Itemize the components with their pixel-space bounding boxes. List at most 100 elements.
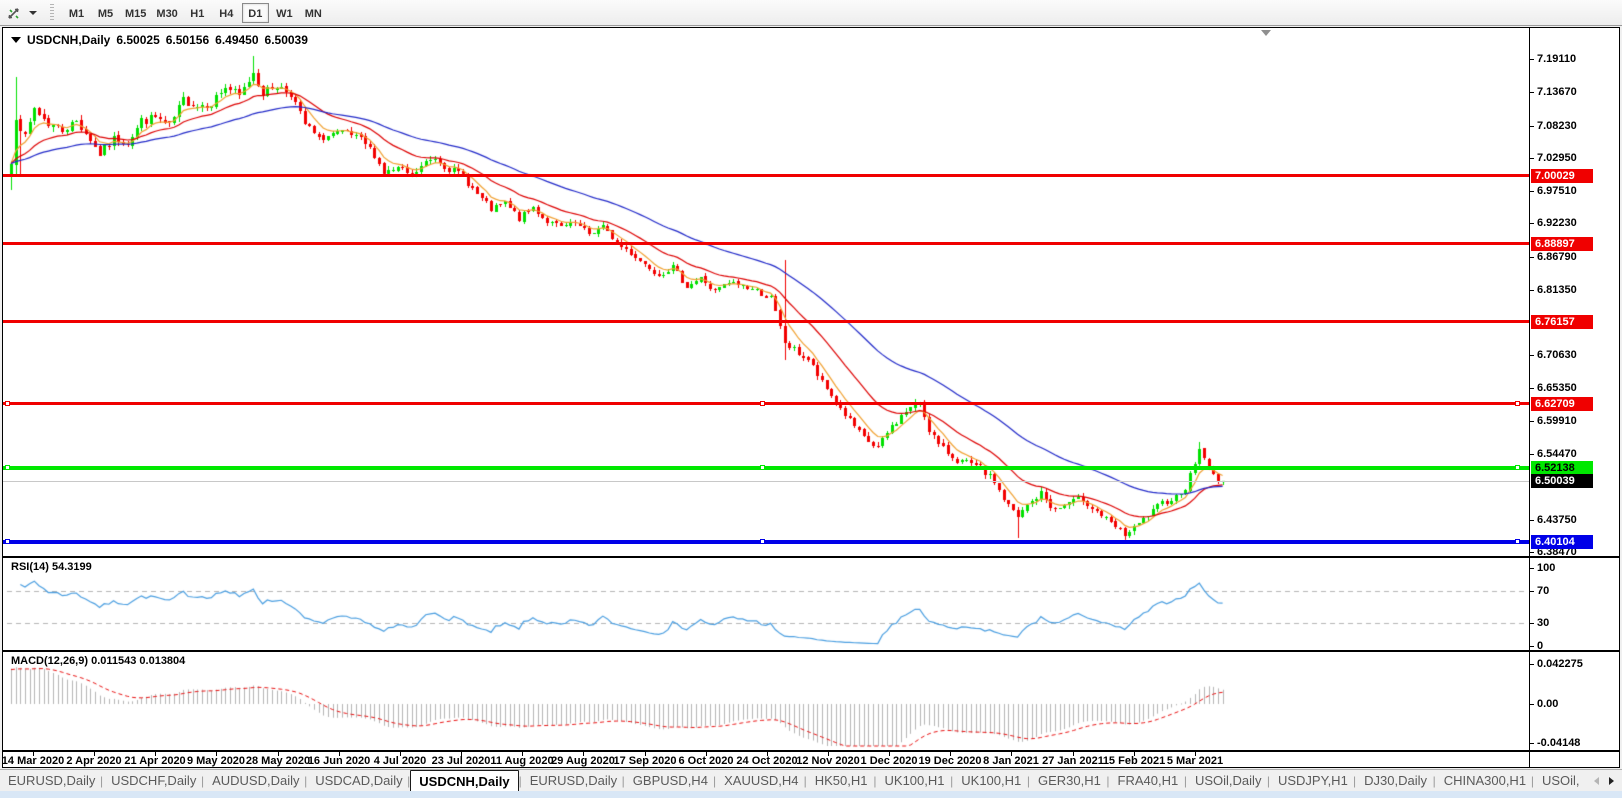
hline-handle[interactable] <box>1515 539 1520 544</box>
date-axis-label: 27 Jan 2021 <box>1042 755 1104 767</box>
tab-usdcnh-daily[interactable]: USDCNH,Daily <box>410 770 518 792</box>
ohlc-high: 6.50156 <box>166 33 209 47</box>
axis-tick-dash <box>1530 568 1534 569</box>
tab-usdcad-daily[interactable]: USDCAD,Daily <box>307 770 407 792</box>
date-axis-label: 12 Nov 2020 <box>796 755 860 767</box>
title-collapse-icon[interactable] <box>11 37 21 43</box>
price-axis-tick: 6.54470 <box>1537 448 1617 460</box>
tab-eurusd-daily[interactable]: EURUSD,Daily <box>0 770 100 792</box>
hline-handle[interactable] <box>1515 401 1520 406</box>
price-axis-tick: 7.19110 <box>1537 53 1617 65</box>
date-axis-label: 21 Apr 2020 <box>124 755 185 767</box>
rsi-canvas[interactable] <box>3 558 1529 650</box>
axis-tick-dash <box>1530 126 1534 127</box>
macd-label: MACD(12,26,9) 0.011543 0.013804 <box>11 655 185 667</box>
tab-usoil[interactable]: USOil, <box>1534 770 1586 792</box>
tab-eurusd-daily[interactable]: EURUSD,Daily <box>522 770 622 792</box>
date-axis-label: 24 Oct 2020 <box>736 755 797 767</box>
hline-6.88897[interactable] <box>3 242 1529 245</box>
price-chart-canvas[interactable] <box>3 28 1529 556</box>
tab-usdchf-daily[interactable]: USDCHF,Daily <box>103 770 201 792</box>
chart-cursor-icon[interactable] <box>2 2 26 24</box>
hline-handle[interactable] <box>760 539 765 544</box>
hline-6.40104[interactable] <box>3 540 1529 544</box>
axis-tick-dash <box>1530 664 1534 665</box>
toolbar-grip[interactable] <box>50 4 54 22</box>
axis-tick-dash <box>1530 191 1534 192</box>
date-axis[interactable]: 14 Mar 20202 Apr 202021 Apr 20209 May 20… <box>3 752 1529 767</box>
ohlc-close: 6.50039 <box>265 33 308 47</box>
tab-xauusd-h4[interactable]: XAUUSD,H4 <box>716 770 803 792</box>
timeframe-button-m1[interactable]: M1 <box>63 3 90 23</box>
toolbar-dropdown-caret-icon[interactable] <box>26 2 40 24</box>
date-axis-label: 4 Jul 2020 <box>374 755 427 767</box>
axis-tick-dash <box>1530 59 1534 60</box>
macd-axis-tick: 0.00 <box>1537 698 1617 710</box>
tab-china300-h1[interactable]: CHINA300,H1 <box>1436 770 1531 792</box>
price-line-badge-6.88897: 6.88897 <box>1531 237 1593 251</box>
macd-canvas[interactable] <box>3 652 1529 750</box>
tab-gbpusd-h4[interactable]: GBPUSD,H4 <box>625 770 713 792</box>
axis-tick-dash <box>1530 158 1534 159</box>
price-line-badge-6.76157: 6.76157 <box>1531 315 1593 329</box>
price-axis-line <box>1529 28 1530 767</box>
tab-dj30-daily[interactable]: DJ30,Daily <box>1356 770 1432 792</box>
timeframe-button-m30[interactable]: M30 <box>152 3 181 23</box>
date-axis-label: 11 Aug 2020 <box>490 755 553 767</box>
tab-scroll-right-icon[interactable] <box>1609 777 1614 785</box>
date-axis-label: 23 Jul 2020 <box>432 755 491 767</box>
timeframe-button-d1[interactable]: D1 <box>242 3 269 23</box>
current-price-line <box>3 481 1529 482</box>
tab-audusd-daily[interactable]: AUDUSD,Daily <box>204 770 304 792</box>
hline-handle[interactable] <box>760 401 765 406</box>
axis-tick-dash <box>1530 355 1534 356</box>
hline-handle[interactable] <box>5 465 10 470</box>
date-axis-label: 17 Sep 2020 <box>614 755 677 767</box>
price-axis-tick: 6.70630 <box>1537 349 1617 361</box>
timeframe-toolbar: M1M5M15M30H1H4D1W1MN <box>0 0 1622 26</box>
date-axis-label: 29 Aug 2020 <box>551 755 615 767</box>
hline-handle[interactable] <box>5 401 10 406</box>
hline-7.00029[interactable] <box>3 174 1529 177</box>
hline-handle[interactable] <box>5 539 10 544</box>
hline-6.52138[interactable] <box>3 466 1529 470</box>
tab-ger30-h1[interactable]: GER30,H1 <box>1030 770 1106 792</box>
tab-usdjpy-h1[interactable]: USDJPY,H1 <box>1270 770 1353 792</box>
axis-tick-dash <box>1530 520 1534 521</box>
timeframe-button-m15[interactable]: M15 <box>121 3 150 23</box>
hline-6.62709[interactable] <box>3 402 1529 405</box>
axis-tick-dash <box>1530 552 1534 553</box>
tab-scroll-left-icon[interactable] <box>1594 777 1599 785</box>
axis-tick-dash <box>1530 290 1534 291</box>
chart-shift-marker[interactable] <box>1261 30 1271 36</box>
tab-usoil-daily[interactable]: USOil,Daily <box>1187 770 1267 792</box>
tab-uk100-h1[interactable]: UK100,H1 <box>877 770 951 792</box>
tab-fra40-h1[interactable]: FRA40,H1 <box>1110 770 1184 792</box>
macd-axis-tick: -0.04148 <box>1537 737 1617 749</box>
rsi-label: RSI(14) 54.3199 <box>11 561 92 573</box>
timeframe-button-mn[interactable]: MN <box>300 3 327 23</box>
axis-tick-dash <box>1530 591 1534 592</box>
axis-tick-dash <box>1530 454 1534 455</box>
tab-hk50-h1[interactable]: HK50,H1 <box>807 770 874 792</box>
axis-tick-dash <box>1530 646 1534 647</box>
timeframe-button-h4[interactable]: H4 <box>213 3 240 23</box>
hline-handle[interactable] <box>1515 465 1520 470</box>
rsi-pane: RSI(14) 54.3199 <box>3 558 1529 650</box>
price-axis-tick: 7.13670 <box>1537 86 1617 98</box>
date-axis-label: 14 Mar 2020 <box>2 755 64 767</box>
tab-scroll-arrows <box>1586 777 1622 785</box>
date-axis-label: 1 Dec 2020 <box>861 755 918 767</box>
hline-6.76157[interactable] <box>3 320 1529 323</box>
tab-uk100-h1[interactable]: UK100,H1 <box>953 770 1027 792</box>
axis-tick-dash <box>1530 704 1534 705</box>
timeframe-button-w1[interactable]: W1 <box>271 3 298 23</box>
chart-title: USDCNH,Daily 6.50025 6.50156 6.49450 6.5… <box>11 33 308 47</box>
hline-handle[interactable] <box>760 465 765 470</box>
price-line-badge-7.00029: 7.00029 <box>1531 169 1593 183</box>
timeframe-button-m5[interactable]: M5 <box>92 3 119 23</box>
rsi-axis-tick: 100 <box>1537 562 1617 574</box>
macd-pane: MACD(12,26,9) 0.011543 0.013804 <box>3 652 1529 750</box>
timeframe-button-h1[interactable]: H1 <box>184 3 211 23</box>
date-axis-label: 8 Jan 2021 <box>983 755 1039 767</box>
